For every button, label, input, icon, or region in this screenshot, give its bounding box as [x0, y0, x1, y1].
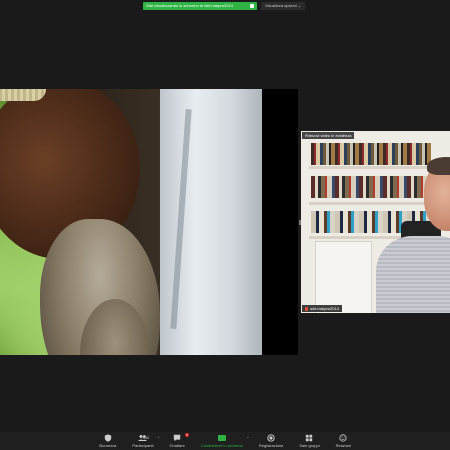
chat-bubble-icon	[173, 434, 182, 442]
breakout-rooms-button[interactable]: Sale gruppi	[299, 432, 320, 448]
record-button[interactable]: Registrazione	[259, 432, 283, 448]
screen-share-banner: Stai visualizzando lo schermo di wkf-mar…	[143, 2, 306, 10]
view-options-button[interactable]: Visualizza opzioni ⌄	[261, 2, 306, 10]
meeting-toolbar: Sicurezza 340 ^ Partecipanti 5 Chattare …	[0, 432, 450, 450]
participants-count: 340	[142, 435, 150, 440]
record-label: Registrazione	[258, 443, 284, 448]
sharing-indicator[interactable]: Stai visualizzando lo schermo di wkf-mar…	[143, 2, 257, 10]
share-screen-label: Condividere lo schermo	[200, 443, 243, 448]
record-icon	[267, 434, 276, 442]
reactions-label: Reazioni	[335, 443, 352, 448]
grid-icon	[305, 434, 314, 442]
participant-name-tag: wkf-marpro2014	[302, 305, 342, 312]
share-caret-icon[interactable]: ^	[247, 435, 249, 440]
chevron-down-icon: ⌄	[297, 3, 302, 8]
share-screen-icon	[217, 434, 226, 442]
shared-screen	[0, 89, 298, 355]
chat-button[interactable]: 5 Chattare	[169, 432, 189, 448]
security-label: Sicurezza	[98, 443, 117, 448]
remove-spotlight-button[interactable]: Rimuovi video in evidenza	[302, 132, 355, 139]
muted-mic-icon	[305, 306, 308, 311]
participant-video[interactable]: Rimuovi video in evidenza wkf-marpro2014	[301, 131, 450, 313]
smiley-icon	[339, 434, 348, 442]
breakout-rooms-label: Sale gruppi	[299, 443, 320, 448]
shared-photo	[0, 89, 262, 355]
chat-label: Chattare	[169, 443, 185, 448]
remove-spotlight-label: Rimuovi video in evidenza	[305, 133, 352, 138]
security-button[interactable]: Sicurezza	[98, 432, 117, 448]
sharing-square-icon	[250, 4, 254, 8]
shield-icon	[103, 434, 112, 442]
participants-button[interactable]: 340 ^ Partecipanti	[132, 432, 160, 448]
chat-unread-badge: 5	[185, 433, 189, 437]
share-screen-button[interactable]: ^ Condividere lo schermo	[200, 432, 249, 448]
participant-name: wkf-marpro2014	[310, 306, 339, 311]
participants-label: Partecipanti	[132, 443, 154, 448]
sharing-indicator-text: Stai visualizzando lo schermo di wkf-mar…	[146, 3, 233, 8]
reactions-button[interactable]: Reazioni	[335, 432, 352, 448]
view-options-label: Visualizza opzioni	[265, 3, 297, 8]
caret-up-icon[interactable]: ^	[158, 435, 160, 440]
